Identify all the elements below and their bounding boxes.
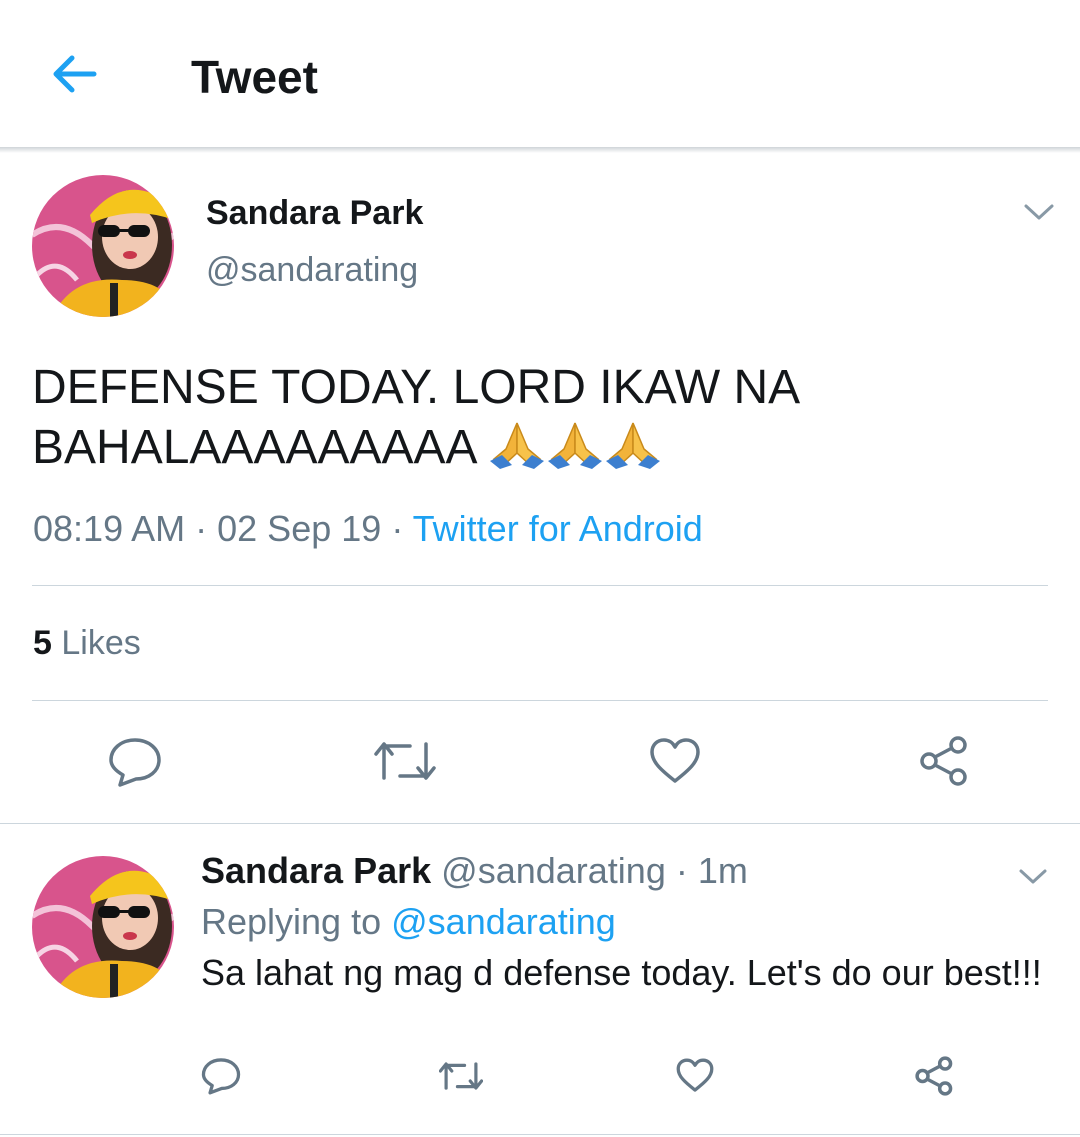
section-divider bbox=[0, 823, 1080, 824]
reply-icon bbox=[201, 1058, 241, 1095]
page-title: Tweet bbox=[191, 51, 318, 103]
tweet-text-line-1: DEFENSE TODAY. LORD IKAW NA bbox=[32, 361, 801, 414]
retweet-icon bbox=[438, 1062, 484, 1090]
arrow-left-icon bbox=[53, 55, 97, 93]
chevron-down-icon bbox=[1019, 869, 1047, 884]
tweet-date: 02 Sep 19 bbox=[217, 508, 382, 549]
likes-label: Likes bbox=[61, 624, 141, 662]
meta-separator: · bbox=[391, 508, 404, 549]
app-header: Tweet bbox=[0, 0, 1080, 148]
reply-retweet-button[interactable] bbox=[438, 1058, 484, 1099]
reply-avatar[interactable] bbox=[32, 856, 174, 998]
tweet-menu-button[interactable] bbox=[1022, 200, 1056, 229]
folded-hands-emoji bbox=[490, 422, 545, 469]
likes-stat[interactable]: 5 Likes bbox=[33, 624, 141, 663]
reply-header: Sandara Park @sandarating · 1m bbox=[201, 850, 748, 892]
reply-share-button[interactable] bbox=[914, 1055, 956, 1102]
like-button[interactable] bbox=[649, 737, 701, 790]
heart-icon bbox=[676, 1058, 714, 1092]
meta-separator: · bbox=[195, 508, 208, 549]
back-button[interactable] bbox=[46, 50, 100, 98]
reply-icon bbox=[109, 738, 161, 787]
retweet-button[interactable] bbox=[374, 736, 436, 791]
reply-button[interactable] bbox=[108, 736, 162, 793]
divider bbox=[32, 700, 1048, 701]
likes-count: 5 bbox=[33, 624, 52, 662]
avatar[interactable] bbox=[32, 175, 174, 317]
share-icon bbox=[920, 736, 967, 786]
tweet-time: 08:19 AM bbox=[33, 508, 186, 549]
emoji-row bbox=[488, 421, 662, 474]
reply-author-handle[interactable]: @sandarating bbox=[441, 850, 666, 891]
reply-like-button[interactable] bbox=[676, 1058, 714, 1098]
bottom-divider bbox=[0, 1134, 1080, 1135]
meta-separator: · bbox=[675, 850, 688, 891]
tweet-text-line-2: BAHALAAAAAAAAA bbox=[32, 418, 1032, 478]
folded-hands-emoji bbox=[606, 422, 661, 469]
reply-age: 1m bbox=[697, 850, 748, 891]
tweet-text-line-2-words: BAHALAAAAAAAAA bbox=[32, 421, 475, 474]
tweet-source-link[interactable]: Twitter for Android bbox=[413, 508, 703, 549]
header-divider bbox=[0, 147, 1080, 153]
replying-to-label: Replying to bbox=[201, 901, 382, 942]
folded-hands-emoji bbox=[548, 422, 603, 469]
replying-to: Replying to @sandarating bbox=[201, 901, 616, 943]
reply-author-name[interactable]: Sandara Park bbox=[201, 850, 431, 891]
reply-reply-button[interactable] bbox=[201, 1057, 241, 1100]
author-name[interactable]: Sandara Park bbox=[206, 194, 423, 233]
heart-icon bbox=[650, 738, 700, 783]
divider bbox=[32, 585, 1048, 586]
replying-to-link[interactable]: @sandarating bbox=[391, 901, 616, 942]
tweet-text: DEFENSE TODAY. LORD IKAW NA BAHALAAAAAAA… bbox=[32, 358, 1032, 478]
tweet-meta: 08:19 AM · 02 Sep 19 · Twitter for Andro… bbox=[33, 508, 703, 550]
chevron-down-icon bbox=[1024, 204, 1054, 220]
reply-menu-button[interactable] bbox=[1017, 866, 1049, 893]
reply-text: Sa lahat ng mag d defense today. Let's d… bbox=[201, 952, 1042, 993]
author-handle[interactable]: @sandarating bbox=[206, 251, 418, 290]
share-button[interactable] bbox=[918, 734, 972, 793]
retweet-icon bbox=[374, 742, 436, 780]
share-icon bbox=[915, 1056, 953, 1096]
